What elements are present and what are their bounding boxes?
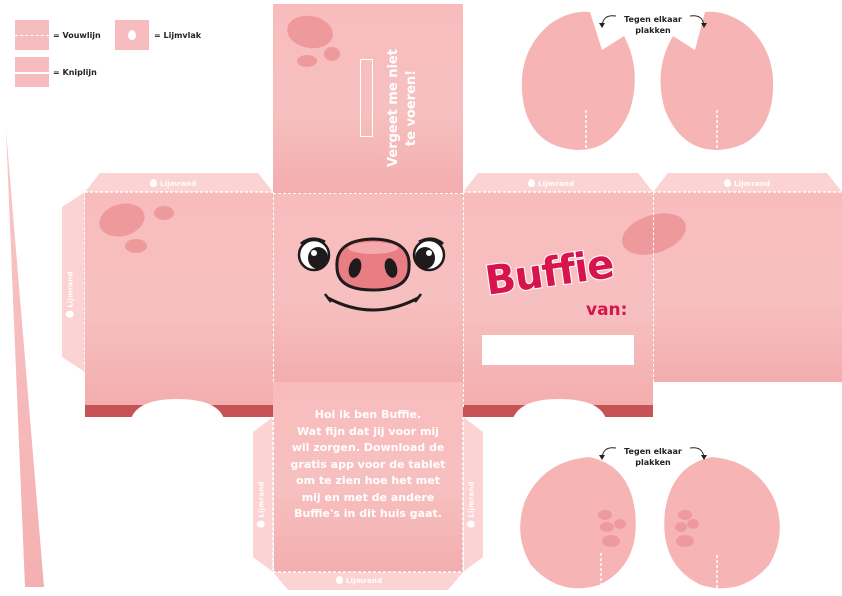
ear-instruction-bottom: Tegen elkaar plakken bbox=[618, 446, 688, 468]
curved-arrow-icon bbox=[599, 447, 617, 460]
glue-label-left-top: Lijmrand bbox=[150, 179, 196, 188]
glue-label-story-bottom: Lijmrand bbox=[336, 576, 382, 585]
fold-line-1 bbox=[273, 192, 274, 407]
curved-arrow-icon bbox=[599, 15, 617, 28]
legend-cut-label: = Kniplijn bbox=[53, 68, 97, 77]
left-eye-icon bbox=[297, 237, 331, 272]
story-text: Hoi ik ben Buffie. Wat fijn dat jij voor… bbox=[280, 407, 456, 523]
legend-glue-label: = Lijmvlak bbox=[154, 31, 202, 40]
name-field[interactable] bbox=[482, 335, 634, 365]
tail-strip bbox=[6, 130, 44, 587]
smile-icon bbox=[327, 296, 419, 312]
ear-instruction-top: Tegen elkaar plakken bbox=[618, 14, 688, 36]
from-label: van: bbox=[586, 300, 628, 320]
reminder-line-2: te voeren! bbox=[404, 69, 419, 147]
fold-line-story-right bbox=[463, 417, 464, 572]
ear-instruction-bottom-line1: Tegen elkaar bbox=[624, 447, 682, 456]
fold-line-top bbox=[273, 193, 463, 194]
drop-icon bbox=[65, 310, 74, 318]
story-line: Buffie's in dit huis gaat. bbox=[294, 507, 442, 520]
glue-label-story-right: Lijmrand bbox=[466, 481, 476, 528]
leg-cutout-left bbox=[130, 399, 225, 422]
skin-spots-left bbox=[99, 203, 174, 253]
story-line: om te zien hoe het met bbox=[296, 474, 440, 487]
right-eye-icon bbox=[412, 237, 446, 272]
fold-line-swatch bbox=[15, 20, 49, 50]
curved-arrow-icon bbox=[689, 15, 707, 28]
drop-icon bbox=[466, 520, 475, 528]
story-line: Hoi ik ben Buffie. bbox=[314, 408, 422, 421]
drop-icon bbox=[256, 520, 265, 528]
pig-face bbox=[297, 237, 446, 312]
drop-icon bbox=[150, 179, 157, 187]
skin-spot-back bbox=[622, 213, 686, 255]
curved-arrow-icon bbox=[689, 447, 707, 460]
drop-icon bbox=[528, 179, 535, 187]
leg-cutout-right bbox=[512, 399, 607, 422]
glue-label-back-top: Lijmrand bbox=[724, 179, 770, 188]
ear-bottom-left bbox=[520, 457, 636, 589]
coin-slot bbox=[360, 59, 373, 137]
story-line: gratis app voor de tablet bbox=[290, 457, 446, 471]
glue-area-swatch bbox=[115, 20, 149, 50]
story-line: wil zorgen. Download de bbox=[291, 441, 445, 454]
drop-icon bbox=[128, 30, 136, 40]
fold-line-3 bbox=[653, 192, 654, 382]
glue-label-name-top: Lijmrand bbox=[528, 179, 574, 188]
glue-label-left: Lijmrand bbox=[65, 271, 75, 318]
fold-line-2 bbox=[463, 192, 464, 407]
ear-instruction-top-line2: plakken bbox=[635, 26, 671, 35]
ear-instruction-bottom-line2: plakken bbox=[635, 458, 671, 467]
legend-fold-label: = Vouwlijn bbox=[53, 31, 101, 40]
reminder-text: Vergeet me niet te voeren! bbox=[385, 38, 421, 178]
snout-icon bbox=[335, 237, 411, 292]
glue-label-story-left: Lijmrand bbox=[256, 481, 266, 528]
fold-line-story-left bbox=[273, 417, 274, 572]
skin-spots-top bbox=[287, 15, 340, 67]
reminder-line-1: Vergeet me niet bbox=[386, 49, 401, 167]
drop-icon bbox=[724, 179, 731, 187]
ear-instruction-top-line1: Tegen elkaar bbox=[624, 15, 682, 24]
drop-icon bbox=[336, 576, 343, 584]
cut-line-swatch bbox=[15, 57, 49, 87]
ear-bottom-right bbox=[664, 457, 780, 590]
story-line: mij en met de andere bbox=[301, 490, 435, 504]
story-line: Wat fijn dat jij voor mij bbox=[297, 424, 439, 438]
